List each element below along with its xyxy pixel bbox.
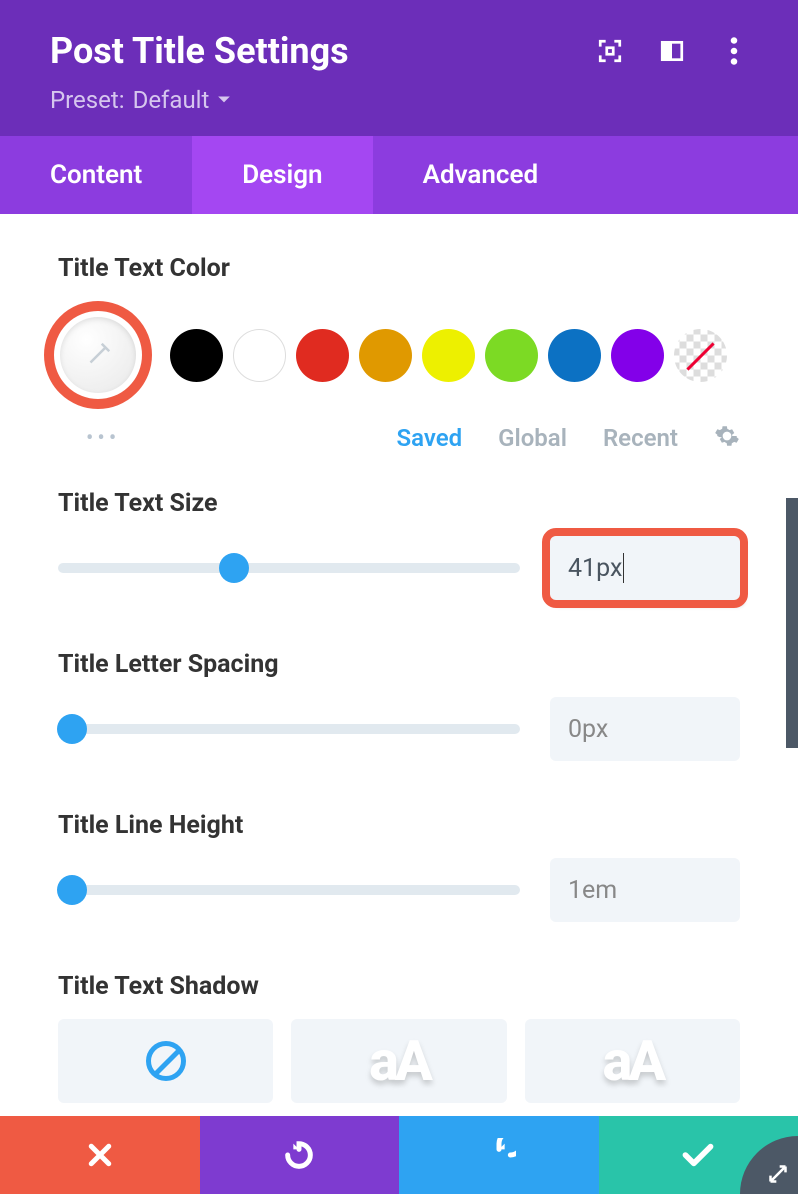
page-title: Post Title Settings: [50, 30, 349, 72]
swatch-orange[interactable]: [359, 329, 412, 382]
color-meta-row: ••• Saved Global Recent: [58, 423, 740, 453]
header-toolbar: [596, 37, 748, 65]
global-link[interactable]: Global: [498, 424, 567, 452]
slider-handle[interactable]: [219, 553, 249, 583]
gear-icon[interactable]: [714, 423, 740, 453]
letter-spacing-label: Title Letter Spacing: [58, 650, 740, 679]
text-shadow-field: Title Text Shadow aA aA: [58, 972, 740, 1103]
swatch-purple[interactable]: [611, 329, 664, 382]
tab-advanced[interactable]: Advanced: [373, 136, 589, 214]
panel-icon[interactable]: [658, 37, 686, 65]
swatch-red[interactable]: [296, 329, 349, 382]
chevron-down-icon: [217, 95, 231, 105]
swatch-white[interactable]: [233, 329, 286, 382]
swatch-blue[interactable]: [548, 329, 601, 382]
text-shadow-label: Title Text Shadow: [58, 972, 740, 1001]
tabs: Content Design Advanced: [0, 136, 798, 214]
undo-button[interactable]: [200, 1116, 400, 1194]
header: Post Title Settings Preset: Default: [0, 0, 798, 136]
more-dots-icon[interactable]: •••: [86, 426, 120, 451]
recent-link[interactable]: Recent: [603, 424, 678, 452]
letter-spacing-field: Title Letter Spacing 0px: [58, 650, 740, 761]
title-text-size-field: Title Text Size 41px: [58, 489, 740, 600]
cancel-button[interactable]: [0, 1116, 200, 1194]
preset-selector[interactable]: Preset: Default: [50, 86, 748, 114]
letter-spacing-slider[interactable]: [58, 724, 520, 734]
line-height-field: Title Line Height 1em: [58, 811, 740, 922]
footer-actions: [0, 1116, 798, 1194]
line-height-input[interactable]: 1em: [550, 858, 740, 922]
shadow-option-none[interactable]: [58, 1019, 273, 1103]
color-swatch-row: [58, 301, 740, 409]
text-size-slider[interactable]: [58, 563, 520, 573]
tab-content[interactable]: Content: [0, 136, 192, 214]
swatch-yellow[interactable]: [422, 329, 475, 382]
title-text-color-label: Title Text Color: [58, 254, 740, 283]
eyedropper-highlight: [44, 301, 152, 409]
text-size-input[interactable]: 41px: [550, 536, 740, 600]
line-height-slider[interactable]: [58, 885, 520, 895]
content-panel: Title Text Color ••• Saved Global Recent…: [0, 214, 798, 1103]
swatch-black[interactable]: [170, 329, 223, 382]
eyedropper-button[interactable]: [60, 317, 136, 393]
line-height-label: Title Line Height: [58, 811, 740, 840]
redo-button[interactable]: [399, 1116, 599, 1194]
preset-value: Default: [133, 86, 210, 114]
shadow-option-2[interactable]: aA: [525, 1019, 740, 1103]
scrollbar[interactable]: [786, 498, 798, 748]
saved-link[interactable]: Saved: [396, 424, 462, 452]
no-shadow-icon: [146, 1041, 186, 1081]
tab-design[interactable]: Design: [192, 136, 372, 214]
slider-handle[interactable]: [57, 875, 87, 905]
more-icon[interactable]: [720, 37, 748, 65]
shadow-option-1[interactable]: aA: [291, 1019, 506, 1103]
letter-spacing-input[interactable]: 0px: [550, 697, 740, 761]
slider-handle[interactable]: [57, 714, 87, 744]
preset-label: Preset:: [50, 86, 125, 114]
swatch-green[interactable]: [485, 329, 538, 382]
title-text-size-label: Title Text Size: [58, 489, 740, 518]
swatch-none[interactable]: [674, 329, 727, 382]
fullscreen-icon[interactable]: [596, 37, 624, 65]
